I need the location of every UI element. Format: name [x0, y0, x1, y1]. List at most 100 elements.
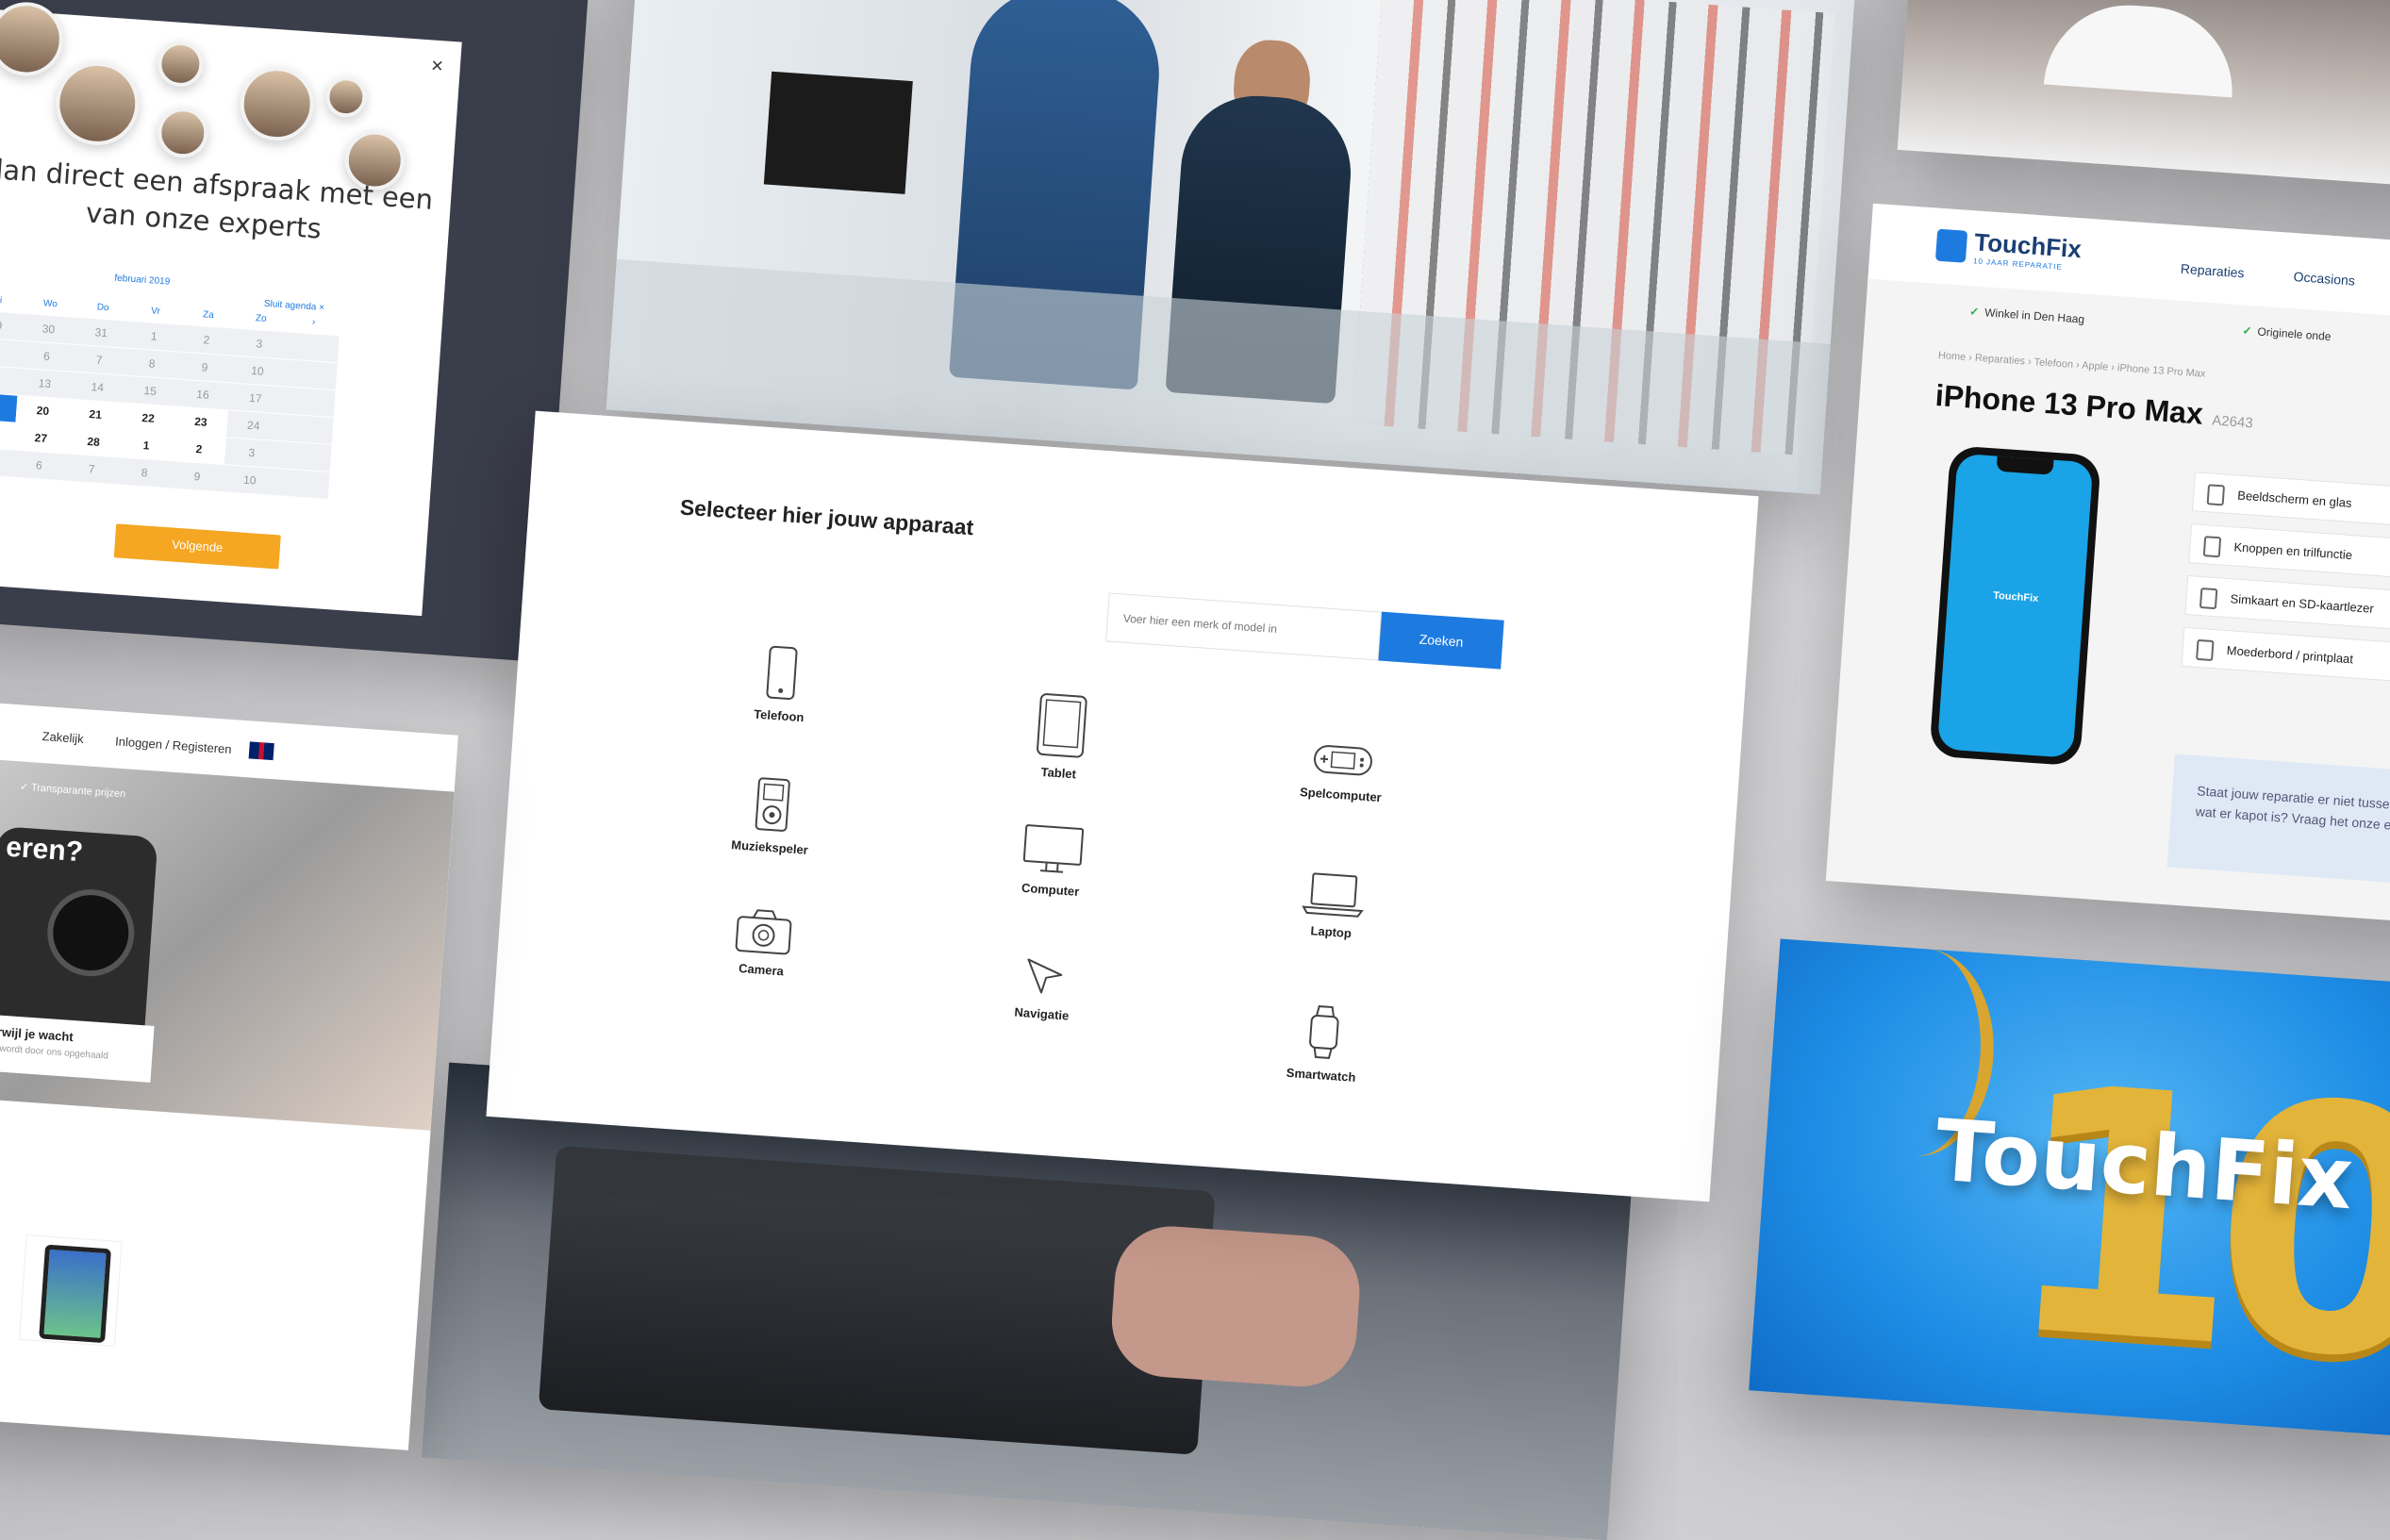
screen-icon [2206, 484, 2226, 506]
nav-login[interactable]: Inloggen / Registeren [115, 734, 232, 756]
calendar-day[interactable]: 6 [11, 450, 67, 482]
site-logo[interactable]: TouchFix 10 JAAR REPARATIE [1973, 227, 2083, 273]
check-icon: ✓ [2242, 323, 2253, 339]
calendar-day[interactable]: 10 [229, 356, 285, 388]
tablet-thumbnail[interactable] [18, 1234, 123, 1347]
calendar-day[interactable]: 1 [126, 321, 182, 353]
expert-avatar [156, 106, 210, 160]
device-navigatie[interactable]: Navigatie [966, 952, 1120, 1028]
calendar-day[interactable]: 22 [121, 403, 176, 435]
product-name: iPhone 13 Pro Max [1934, 377, 2205, 431]
calendar-day[interactable]: 9 [169, 461, 224, 493]
uk-flag-icon[interactable] [248, 741, 274, 761]
usp-item: ✓ Winkel in Den Haag [1969, 305, 2085, 325]
calendar-day[interactable]: 7 [72, 344, 127, 376]
product-image: TouchFix [1929, 445, 2101, 767]
calendar-spacer [284, 332, 340, 364]
expert-avatar [156, 40, 206, 89]
device-spelcomputer[interactable]: Spelcomputer [1265, 737, 1419, 809]
calendar-day[interactable]: 9 [177, 352, 232, 384]
landing-page: Zakelijk Inloggen / Registeren ✓ Transpa… [0, 700, 458, 1450]
device-telefoon[interactable]: Telefoon [703, 640, 858, 730]
device-camera[interactable]: Camera [686, 903, 841, 984]
appointment-card: × Plan direct een afspraak met een van o… [0, 0, 589, 663]
help-box: Staat jouw reparatie er niet tussen of w… [2166, 753, 2390, 891]
navigation-icon [1027, 958, 1063, 994]
calendar-day[interactable]: 6 [19, 340, 75, 373]
calendar-day[interactable]: 21 [68, 399, 124, 431]
device-selector: Selecteer hier jouw apparaat Zoeken Tele… [486, 410, 1759, 1202]
calendar-day[interactable]: 30 [21, 313, 76, 345]
calendar-day[interactable]: 24 [225, 410, 281, 442]
calendar: februari 2019 Sluit agenda × Di Wo Do Vr Za Z… [0, 263, 350, 500]
calendar-day[interactable]: 13 [17, 368, 73, 400]
camera-icon [735, 909, 792, 955]
device-label: Tablet [1040, 764, 1077, 782]
sim-card-icon [2199, 587, 2218, 610]
search-input[interactable] [1105, 592, 1383, 661]
calendar-day[interactable]: 8 [124, 348, 180, 380]
music-player-icon [755, 777, 790, 832]
calendar-day[interactable]: 3 [224, 438, 279, 470]
chip-icon [2196, 638, 2215, 662]
calendar-day[interactable]: 17 [227, 383, 283, 415]
nav-reparaties[interactable]: Reparaties [2180, 261, 2245, 281]
close-icon[interactable]: × [430, 53, 444, 78]
expert-avatar [238, 64, 317, 143]
device-label: Camera [738, 961, 785, 979]
device-tablet[interactable]: Tablet [983, 688, 1139, 787]
monitor [763, 71, 913, 194]
close-agenda-link[interactable]: Sluit agenda × [263, 299, 324, 313]
calendar-day[interactable]: 29 [0, 309, 24, 341]
calendar-day[interactable]: 16 [175, 379, 230, 411]
watch-icon [1309, 1005, 1339, 1059]
repair-label: Simkaart en SD-kaartlezer [2230, 591, 2375, 616]
calendar-day[interactable]: 23 [174, 406, 228, 439]
wait-subtitle: estel wordt door ons opgehaald [0, 1042, 109, 1062]
gamepad-icon [1314, 745, 1372, 776]
calendar-day[interactable]: 14 [70, 372, 125, 404]
calendar-month: februari 2019 [113, 273, 171, 288]
check-icon: ✓ [1968, 305, 1980, 319]
repair-option[interactable]: Moederbord / printplaat [2181, 626, 2390, 690]
calendar-day[interactable]: 7 [64, 454, 120, 486]
calendar-day[interactable]: 5 [0, 337, 22, 369]
calendar-day[interactable]: 15 [123, 375, 178, 407]
calendar-day[interactable]: 2 [171, 434, 226, 466]
device-label: Muziekspeler [730, 837, 809, 857]
calendar-day[interactable]: 28 [66, 426, 122, 458]
next-button[interactable]: Volgende [113, 523, 281, 570]
nav-occasions[interactable]: Occasions [2293, 269, 2355, 289]
breadcrumb[interactable]: Home › Reparaties › Telefoon › Apple › i… [1937, 350, 2205, 380]
calendar-day[interactable]: 27 [13, 422, 69, 455]
device-label: Navigatie [1014, 1004, 1070, 1023]
calendar-spacer [282, 359, 338, 391]
product-page: TouchFix 10 JAAR REPARATIE Reparaties Oc… [1825, 203, 2390, 929]
device-computer[interactable]: Computer [974, 820, 1130, 903]
calendar-day[interactable]: 12 [0, 364, 20, 396]
tablet-icon [1037, 693, 1087, 758]
monitor-icon [1022, 824, 1085, 873]
repair-label: Knoppen en trilfunctie [2233, 539, 2353, 563]
button-icon [2202, 536, 2222, 558]
nav-zakelijk[interactable]: Zakelijk [41, 729, 84, 746]
calendar-day[interactable]: 3 [231, 328, 287, 360]
device-muziekspeler[interactable]: Muziekspeler [694, 772, 850, 862]
calendar-day[interactable]: 2 [179, 324, 234, 356]
device-smartwatch[interactable]: Smartwatch [1245, 1000, 1401, 1089]
usp-text: Originele onde [2257, 324, 2332, 343]
calendar-day[interactable]: 10 [222, 465, 277, 497]
device-laptop[interactable]: Laptop [1255, 868, 1411, 946]
calendar-day[interactable]: 1 [119, 430, 174, 462]
calendar-day[interactable]: 19 [0, 391, 18, 423]
calendar-day[interactable]: 8 [117, 457, 172, 489]
calendar-day[interactable]: 20 [15, 395, 71, 427]
search-button[interactable]: Zoeken [1378, 611, 1504, 670]
store-photo [606, 0, 1856, 495]
device-label: Spelcomputer [1299, 785, 1383, 805]
lamp-shape [2043, 0, 2238, 98]
calendar-day[interactable]: 31 [74, 317, 129, 349]
expert-avatar [53, 58, 142, 148]
repair-label: Beeldscherm en glas [2236, 488, 2352, 510]
site-header: TouchFix 10 JAAR REPARATIE Reparaties Oc… [1867, 203, 2390, 326]
